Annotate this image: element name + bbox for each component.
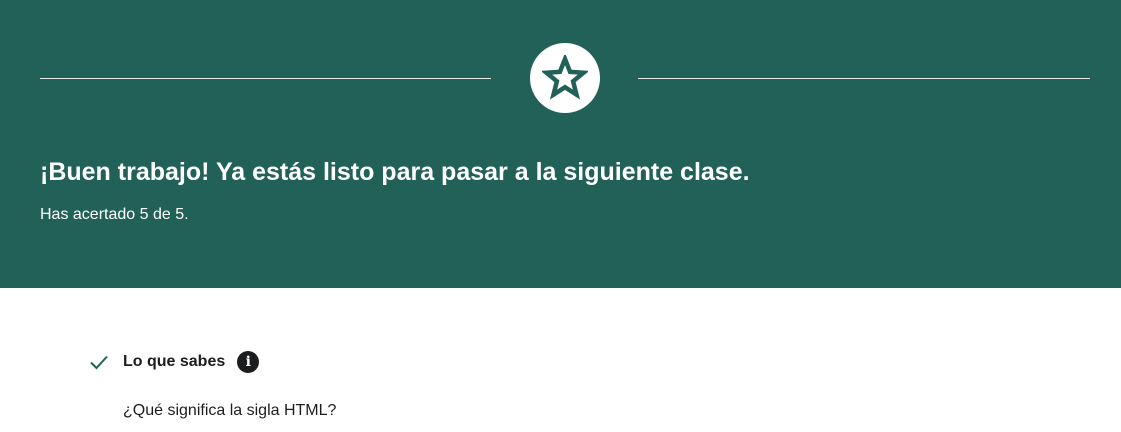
star-badge bbox=[530, 43, 600, 113]
question-item: ¿Qué significa la sigla HTML? bbox=[123, 402, 337, 419]
info-icon[interactable]: i bbox=[237, 351, 260, 373]
section-title: Lo que sabes bbox=[123, 353, 226, 370]
star-icon bbox=[542, 55, 588, 100]
result-headline: ¡Buen trabajo! Ya estás listo para pasar… bbox=[40, 158, 750, 186]
results-banner: ¡Buen trabajo! Ya estás listo para pasar… bbox=[0, 0, 1121, 288]
score-text: Has acertado 5 de 5. bbox=[40, 206, 189, 223]
divider-right bbox=[638, 78, 1090, 79]
knowledge-section-header: Lo que sabes i bbox=[89, 349, 260, 375]
divider-left bbox=[40, 78, 491, 79]
check-icon bbox=[90, 355, 108, 370]
